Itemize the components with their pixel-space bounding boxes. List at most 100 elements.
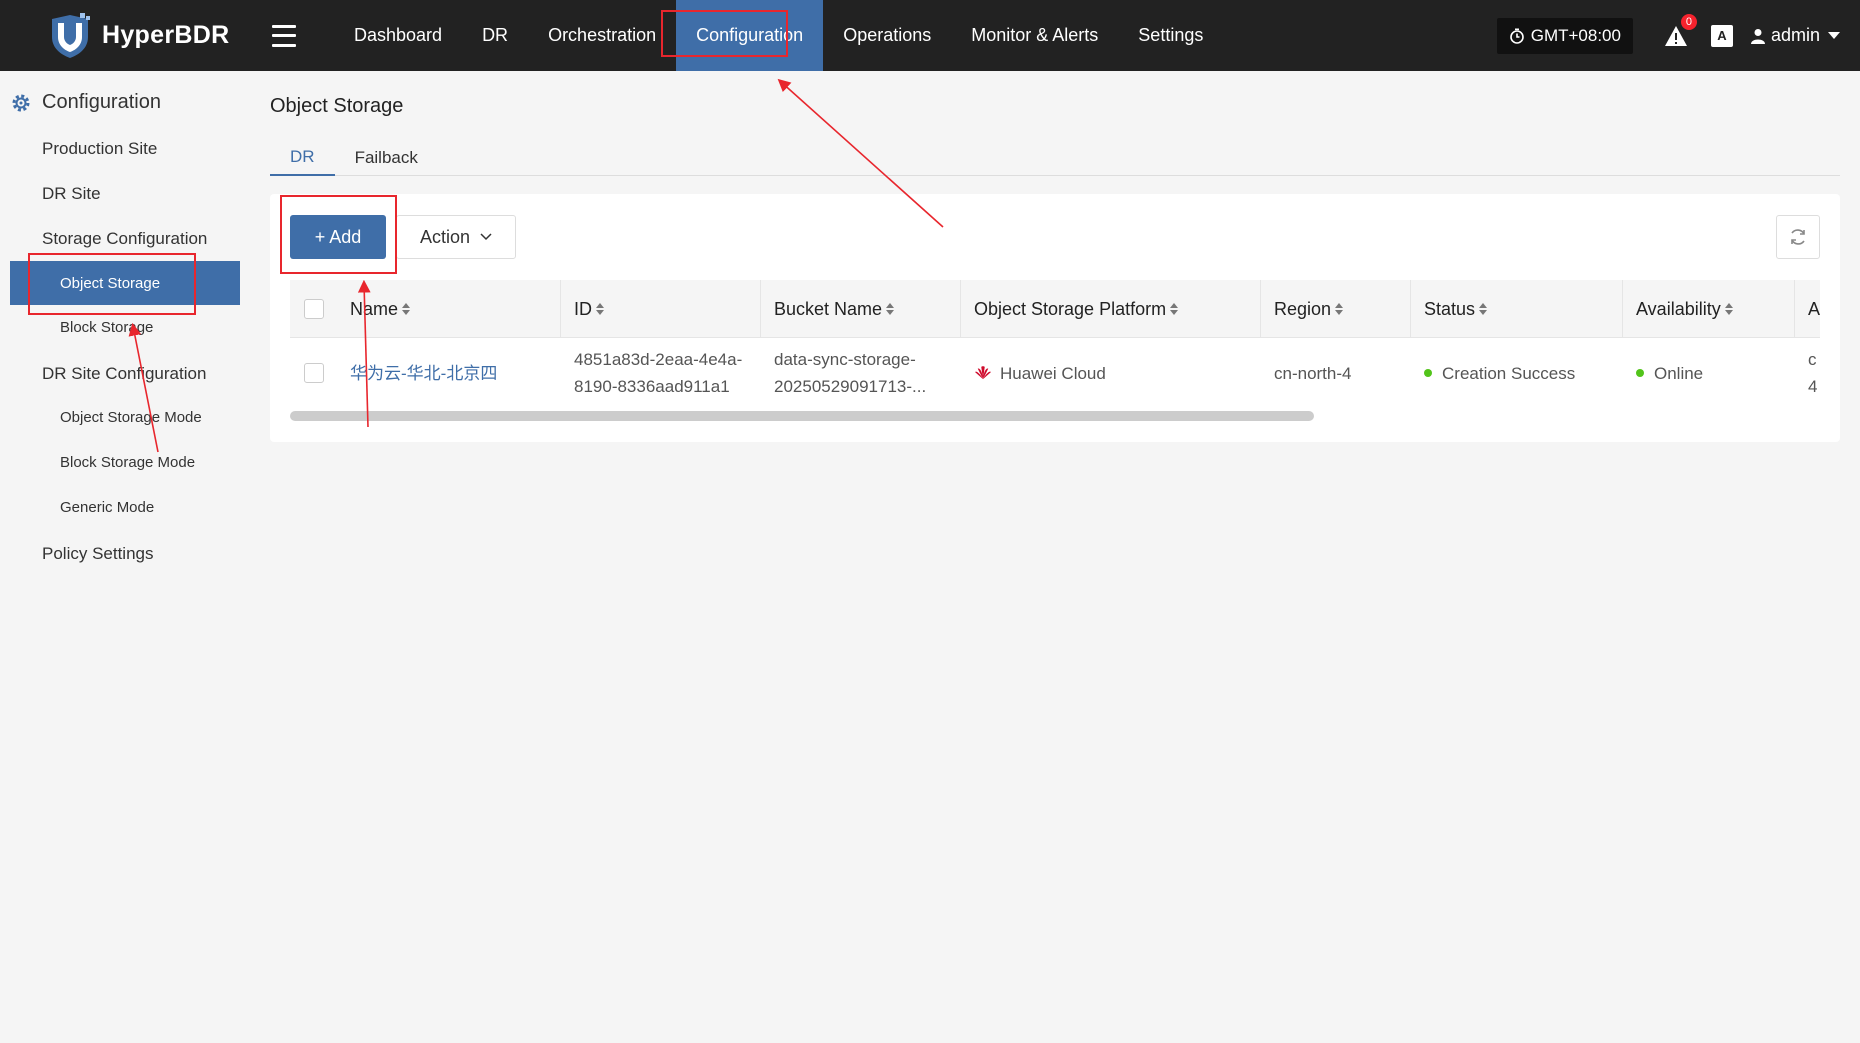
row-checkbox-cell (304, 338, 324, 406)
page-title: Object Storage (270, 95, 404, 117)
sidebar-item-dr-site[interactable]: DR Site (42, 184, 101, 204)
cell-extra-line1: c (1808, 350, 1817, 369)
sort-icon (596, 299, 604, 320)
nav-dashboard[interactable]: Dashboard (334, 0, 462, 71)
annotation-box-add (280, 195, 397, 274)
col-platform[interactable]: Object Storage Platform (974, 280, 1179, 338)
col-status[interactable]: Status (1424, 280, 1488, 338)
refresh-button[interactable] (1776, 215, 1820, 259)
tab-dr[interactable]: DR (270, 140, 335, 176)
cell-platform-label: Huawei Cloud (1000, 363, 1106, 383)
sidebar-title: Configuration (10, 91, 161, 114)
chevron-down-icon (480, 233, 492, 241)
sort-icon (402, 299, 411, 320)
table-row[interactable]: 华为云-华北-北京四 4851a83d-2eaa-4e4a- 8190-8336… (290, 338, 1820, 406)
huawei-logo-icon (975, 366, 991, 380)
col-platform-label: Object Storage Platform (974, 298, 1167, 319)
annotation-box-configuration (661, 10, 788, 57)
timezone-display[interactable]: GMT+08:00 (1496, 17, 1633, 54)
col-region-label: Region (1274, 298, 1332, 319)
sidebar-item-block-storage-mode[interactable]: Block Storage Mode (60, 454, 195, 471)
timezone-label: GMT+08:00 (1530, 25, 1621, 45)
top-navbar: HyperBDR Dashboard DR Orchestration Conf… (0, 0, 1860, 71)
cell-id: 4851a83d-2eaa-4e4a- 8190-8336aad911a1 (574, 338, 742, 406)
sidebar-item-production-site[interactable]: Production Site (42, 139, 157, 159)
app-name: HyperBDR (102, 21, 230, 49)
object-storage-table: Name ID Bucket Name Object Storage Platf… (290, 280, 1820, 406)
col-id-label: ID (574, 298, 592, 319)
col-availability-label: Availability (1636, 298, 1721, 319)
nav-orchestration[interactable]: Orchestration (528, 0, 676, 71)
col-name-label: Name (350, 298, 399, 319)
horizontal-scrollbar[interactable] (290, 411, 1314, 421)
nav-settings[interactable]: Settings (1118, 0, 1223, 71)
refresh-icon (1791, 229, 1805, 245)
sort-icon (1724, 299, 1733, 320)
user-icon (1750, 28, 1765, 44)
sort-icon (1335, 299, 1344, 320)
col-extra[interactable]: A (1808, 280, 1820, 338)
sort-icon (1479, 299, 1488, 320)
cell-extra-line2: 4 (1808, 377, 1818, 396)
col-region[interactable]: Region (1274, 280, 1344, 338)
cell-platform: Huawei Cloud (974, 338, 1106, 406)
nav-operations[interactable]: Operations (823, 0, 951, 71)
user-menu[interactable]: admin (1750, 25, 1846, 46)
select-all-checkbox-cell (304, 280, 324, 338)
col-status-label: Status (1424, 298, 1476, 319)
availability-dot-icon (1636, 369, 1644, 377)
language-switch-icon[interactable]: A (1710, 24, 1733, 47)
sidebar-item-storage-configuration[interactable]: Storage Configuration (42, 229, 207, 249)
cell-status: Creation Success (1424, 338, 1575, 406)
col-id[interactable]: ID (574, 280, 604, 338)
action-dropdown[interactable]: Action (396, 215, 516, 259)
sidebar-item-policy-settings[interactable]: Policy Settings (42, 544, 154, 564)
cell-id-line2: 8190-8336aad911a1 (574, 377, 730, 396)
nav-monitor-alerts[interactable]: Monitor & Alerts (951, 0, 1118, 71)
table-header: Name ID Bucket Name Object Storage Platf… (290, 280, 1820, 338)
sidebar-item-object-storage-mode[interactable]: Object Storage Mode (60, 409, 202, 426)
hyperbdr-logo-icon (52, 12, 90, 58)
status-label: Creation Success (1442, 363, 1576, 383)
sort-icon (886, 299, 895, 320)
cell-availability: Online (1636, 338, 1703, 406)
sidebar-item-generic-mode[interactable]: Generic Mode (60, 499, 154, 516)
alerts-count-badge: 0 (1680, 13, 1697, 30)
sidebar-item-block-storage[interactable]: Block Storage (60, 319, 153, 336)
sidebar-item-dr-site-configuration[interactable]: DR Site Configuration (42, 364, 206, 384)
cell-region: cn-north-4 (1274, 363, 1352, 383)
status-dot-icon (1424, 369, 1432, 377)
user-name: admin (1770, 25, 1820, 45)
availability-label: Online (1654, 363, 1704, 383)
nav-dr[interactable]: DR (462, 0, 528, 71)
col-availability[interactable]: Availability (1636, 280, 1733, 338)
cell-extra: c 4 (1808, 338, 1817, 406)
sidebar: Configuration Production Site DR Site St… (0, 71, 250, 1043)
cell-bucket-line1: data-sync-storage- (774, 350, 916, 369)
annotation-box-object-storage (28, 253, 196, 315)
row-checkbox[interactable] (304, 363, 324, 383)
clock-icon (1509, 28, 1524, 44)
sidebar-title-label: Configuration (42, 91, 161, 113)
action-label: Action (419, 226, 471, 247)
select-all-checkbox[interactable] (304, 299, 324, 319)
caret-down-icon (1828, 31, 1840, 39)
sort-icon (1170, 299, 1179, 320)
tab-bar: DR Failback (270, 140, 1840, 176)
col-bucket-name-label: Bucket Name (774, 298, 883, 319)
top-right-controls: GMT+08:00 0 A admin (1496, 0, 1860, 71)
cell-name: 华为云-华北-北京四 (350, 338, 497, 406)
storage-name-link[interactable]: 华为云-华北-北京四 (350, 360, 497, 387)
alerts-button[interactable]: 0 (1663, 13, 1697, 49)
col-bucket-name[interactable]: Bucket Name (774, 280, 895, 338)
object-storage-card: + Add Action Name ID Bucket Name Object … (270, 194, 1840, 442)
col-name[interactable]: Name (350, 280, 411, 338)
cell-bucket-line2: 20250529091713-... (774, 377, 927, 396)
tab-failback[interactable]: Failback (335, 140, 438, 176)
cell-id-line1: 4851a83d-2eaa-4e4a- (574, 350, 743, 369)
gear-icon (12, 94, 30, 111)
menu-toggle-icon[interactable] (272, 24, 296, 47)
cell-bucket-name: data-sync-storage- 20250529091713-... (774, 338, 926, 406)
app-logo[interactable]: HyperBDR (48, 12, 248, 59)
col-extra-label: A (1808, 298, 1820, 319)
